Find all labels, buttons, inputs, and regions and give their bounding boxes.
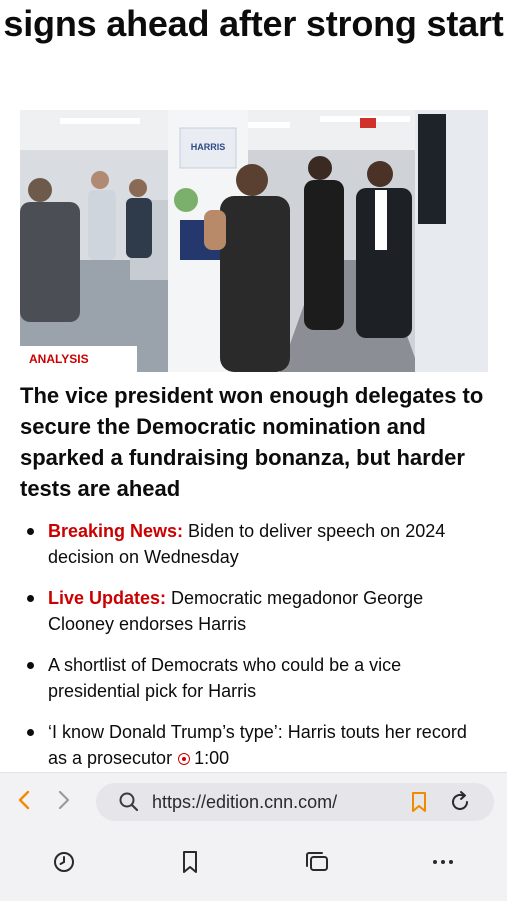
video-duration: 1:00 [194, 748, 230, 768]
back-icon [18, 790, 30, 810]
search-icon [119, 792, 139, 812]
more-button[interactable] [430, 849, 456, 875]
related-link[interactable]: ‘I know Donald Trump’s type’: Harris tou… [20, 719, 490, 771]
bullet-label: Breaking News: [48, 521, 184, 541]
hero-sign-text: HARRIS [191, 142, 226, 152]
address-bar[interactable]: https://edition.cnn.com/ [96, 783, 494, 821]
related-link[interactable]: Breaking News: Biden to deliver speech o… [20, 518, 490, 570]
forward-icon [58, 790, 70, 810]
article-headline: signs ahead after strong start [3, 3, 504, 44]
related-links: Breaking News: Biden to deliver speech o… [20, 518, 490, 786]
back-button[interactable] [12, 787, 38, 813]
bookmark-icon[interactable] [408, 791, 430, 813]
analysis-tag: ANALYSIS [20, 346, 137, 372]
related-link[interactable]: Live Updates: Democratic megadonor Georg… [20, 585, 490, 637]
bullet-dot [27, 729, 34, 736]
bullet-dot [27, 662, 34, 669]
bookmarks-icon [183, 851, 197, 873]
bullet-dot [27, 595, 34, 602]
reload-icon[interactable] [448, 790, 472, 814]
forward-button[interactable] [50, 787, 76, 813]
bullet-label: Live Updates: [48, 588, 167, 608]
hero-image[interactable]: HARRIS ANALYSIS [20, 110, 488, 372]
history-button[interactable] [51, 849, 77, 875]
browser-toolbar: https://edition.cnn.com/ [0, 772, 507, 901]
bullet-text: ‘I know Donald Trump’s type’: Harris tou… [48, 722, 467, 768]
history-icon [54, 852, 74, 872]
video-play-icon [178, 753, 191, 765]
more-icon [433, 860, 453, 864]
bookmarks-button[interactable] [177, 849, 203, 875]
related-link[interactable]: A shortlist of Democrats who could be a … [20, 652, 490, 704]
tabs-icon [306, 852, 328, 871]
tabs-button[interactable] [304, 849, 330, 875]
url-text: https://edition.cnn.com/ [152, 792, 338, 812]
bullet-text: A shortlist of Democrats who could be a … [48, 655, 402, 701]
bullet-dot [27, 528, 34, 535]
article-subheadline[interactable]: The vice president won enough delegates … [20, 380, 490, 504]
hero-photo: HARRIS [20, 110, 488, 372]
